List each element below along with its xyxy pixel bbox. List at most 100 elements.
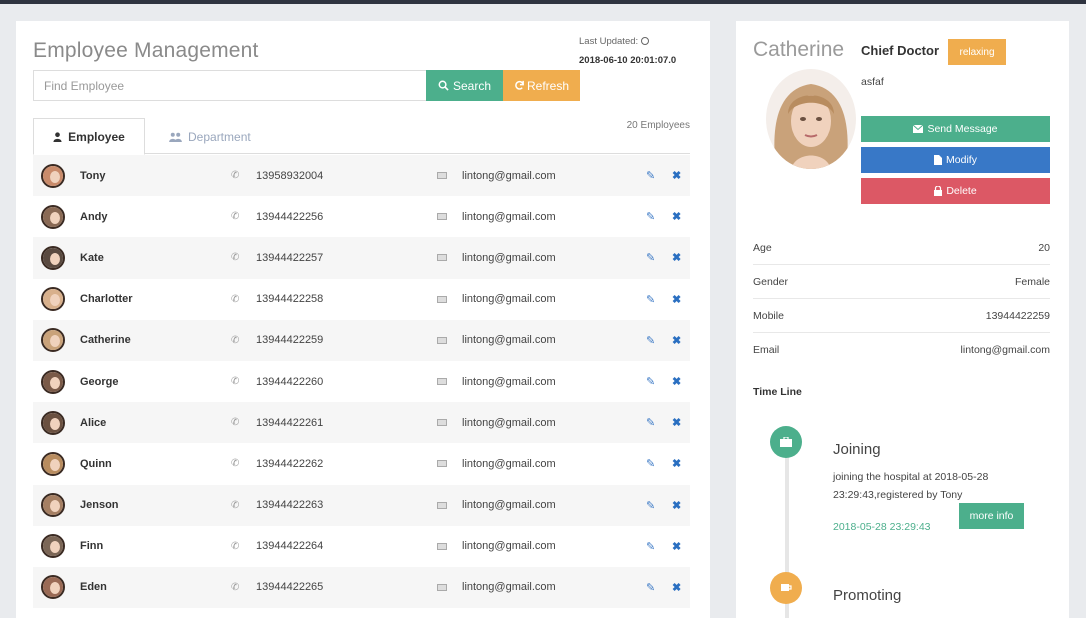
- envelope-icon: [437, 172, 447, 180]
- close-icon[interactable]: ✖: [672, 375, 681, 388]
- employee-email: lintong@gmail.com: [462, 210, 556, 223]
- envelope-icon: [913, 125, 924, 133]
- detail-row-gender: Gender Female: [753, 265, 1050, 299]
- employee-name: Charlotter: [80, 293, 133, 306]
- close-icon[interactable]: ✖: [672, 334, 681, 347]
- close-icon[interactable]: ✖: [672, 169, 681, 182]
- search-button-label: Search: [452, 78, 492, 93]
- envelope-icon: [437, 254, 447, 262]
- employee-phone: 13944422264: [256, 540, 324, 553]
- close-icon[interactable]: ✖: [672, 293, 681, 306]
- modify-label: Modify: [946, 154, 977, 166]
- table-row[interactable]: Andy ✆ 13944422256 lintong@gmail.com ✎ ✖: [33, 196, 690, 237]
- table-row[interactable]: Jenson ✆ 13944422263 lintong@gmail.com ✎ ✖: [33, 484, 690, 526]
- avatar: [41, 163, 65, 188]
- employee-name: Catherine: [80, 334, 131, 347]
- edit-icon[interactable]: ✎: [646, 169, 655, 182]
- close-icon[interactable]: ✖: [672, 210, 681, 223]
- delete-button[interactable]: Delete: [861, 178, 1050, 204]
- edit-icon[interactable]: ✎: [646, 416, 655, 429]
- delete-label: Delete: [946, 185, 977, 197]
- timeline-dot-joining: [770, 426, 802, 458]
- employee-phone: 13944422265: [256, 581, 324, 594]
- detail-value: 13944422259: [985, 309, 1050, 322]
- table-row[interactable]: Finn ✆ 13944422264 lintong@gmail.com ✎ ✖: [33, 526, 690, 567]
- close-icon[interactable]: ✖: [672, 416, 681, 429]
- envelope-icon: [437, 378, 447, 386]
- table-row[interactable]: Tony ✆ 13958932004 lintong@gmail.com ✎ ✖: [33, 155, 690, 197]
- edit-icon[interactable]: ✎: [646, 210, 655, 223]
- close-icon[interactable]: ✖: [672, 499, 681, 512]
- detail-label: Mobile: [753, 309, 784, 322]
- table-row[interactable]: Alice ✆ 13944422261 lintong@gmail.com ✎ ✖: [33, 402, 690, 444]
- timeline-text: joining the hospital at 2018-05-28 23:29…: [833, 471, 989, 501]
- detail-value: Female: [1014, 275, 1050, 288]
- timeline-date: 2018-05-28 23:29:43: [833, 521, 931, 533]
- employee-name: Jenson: [80, 499, 119, 512]
- phone-icon: ✆: [231, 540, 240, 552]
- employee-name: Eden: [80, 581, 107, 594]
- table-row[interactable]: Kate ✆ 13944422257 lintong@gmail.com ✎ ✖: [33, 237, 690, 279]
- employee-phone: 13944422259: [256, 334, 324, 347]
- table-row[interactable]: George ✆ 13944422260 lintong@gmail.com ✎ ✖: [33, 361, 690, 402]
- avatar: [41, 369, 65, 394]
- employee-name: Tony: [80, 169, 106, 182]
- table-row[interactable]: Eden ✆ 13944422265 lintong@gmail.com ✎ ✖: [33, 566, 690, 609]
- close-icon[interactable]: ✖: [672, 457, 681, 470]
- detail-row-mobile: Mobile 13944422259: [753, 299, 1050, 333]
- lock-icon: [934, 186, 943, 196]
- edit-icon[interactable]: ✎: [646, 251, 655, 264]
- envelope-icon: [437, 501, 447, 509]
- refresh-button[interactable]: Refresh: [503, 70, 580, 101]
- refresh-icon: [515, 80, 524, 90]
- employee-name: Kate: [80, 251, 104, 264]
- edit-icon[interactable]: ✎: [646, 540, 655, 553]
- employee-email: lintong@gmail.com: [462, 540, 556, 553]
- employee-management-panel: Employee Management Last Updated: 2018-0…: [16, 21, 710, 618]
- table-row[interactable]: Quinn ✆ 13944422262 lintong@gmail.com ✎ ✖: [33, 443, 690, 484]
- envelope-icon: [437, 583, 447, 591]
- phone-icon: ✆: [231, 581, 240, 593]
- users-icon: [169, 132, 182, 142]
- tab-bar: Employee Department 20 Employees: [33, 118, 690, 155]
- detail-row-age: Age 20: [753, 231, 1050, 265]
- search-button[interactable]: Search: [426, 70, 503, 101]
- close-icon[interactable]: ✖: [672, 540, 681, 553]
- tab-department[interactable]: Department: [169, 118, 251, 155]
- employee-email: lintong@gmail.com: [462, 334, 556, 347]
- close-icon[interactable]: ✖: [672, 581, 681, 594]
- avatar: [41, 328, 65, 353]
- edit-icon[interactable]: ✎: [646, 457, 655, 470]
- file-icon: [934, 155, 943, 165]
- envelope-icon: [437, 542, 447, 550]
- employee-email: lintong@gmail.com: [462, 251, 556, 264]
- edit-icon[interactable]: ✎: [646, 499, 655, 512]
- edit-icon[interactable]: ✎: [646, 293, 655, 306]
- avatar: [41, 204, 65, 229]
- more-info-button[interactable]: more info: [959, 503, 1024, 529]
- edit-icon[interactable]: ✎: [646, 581, 655, 594]
- modify-button[interactable]: Modify: [861, 147, 1050, 173]
- timeline-heading-joining: Joining: [833, 441, 881, 458]
- profile-name: Catherine: [753, 38, 845, 61]
- timeline-heading-promoting: Promoting: [833, 587, 902, 604]
- detail-value: lintong@gmail.com: [960, 344, 1050, 356]
- envelope-icon: [437, 295, 447, 303]
- last-updated-text: Last Updated:: [579, 36, 639, 47]
- tab-employee[interactable]: Employee: [33, 118, 145, 155]
- detail-row-email: Email lintong@gmail.com: [753, 333, 1050, 367]
- close-icon[interactable]: ✖: [672, 251, 681, 264]
- profile-photo: [766, 69, 856, 169]
- search-input[interactable]: [33, 70, 426, 101]
- employee-name: Finn: [80, 540, 104, 553]
- table-row[interactable]: Catherine ✆ 13944422259 lintong@gmail.com ✎ ✖: [33, 319, 690, 361]
- table-row[interactable]: Charlotter ✆ 13944422258 lintong@gmail.com ✎…: [33, 279, 690, 320]
- refresh-button-label: Refresh: [526, 78, 570, 93]
- send-message-button[interactable]: Send Message: [861, 116, 1050, 142]
- avatar: [41, 287, 65, 312]
- edit-icon[interactable]: ✎: [646, 375, 655, 388]
- phone-icon: ✆: [231, 499, 240, 511]
- phone-icon: ✆: [231, 376, 240, 388]
- avatar: [41, 534, 65, 559]
- edit-icon[interactable]: ✎: [646, 334, 655, 347]
